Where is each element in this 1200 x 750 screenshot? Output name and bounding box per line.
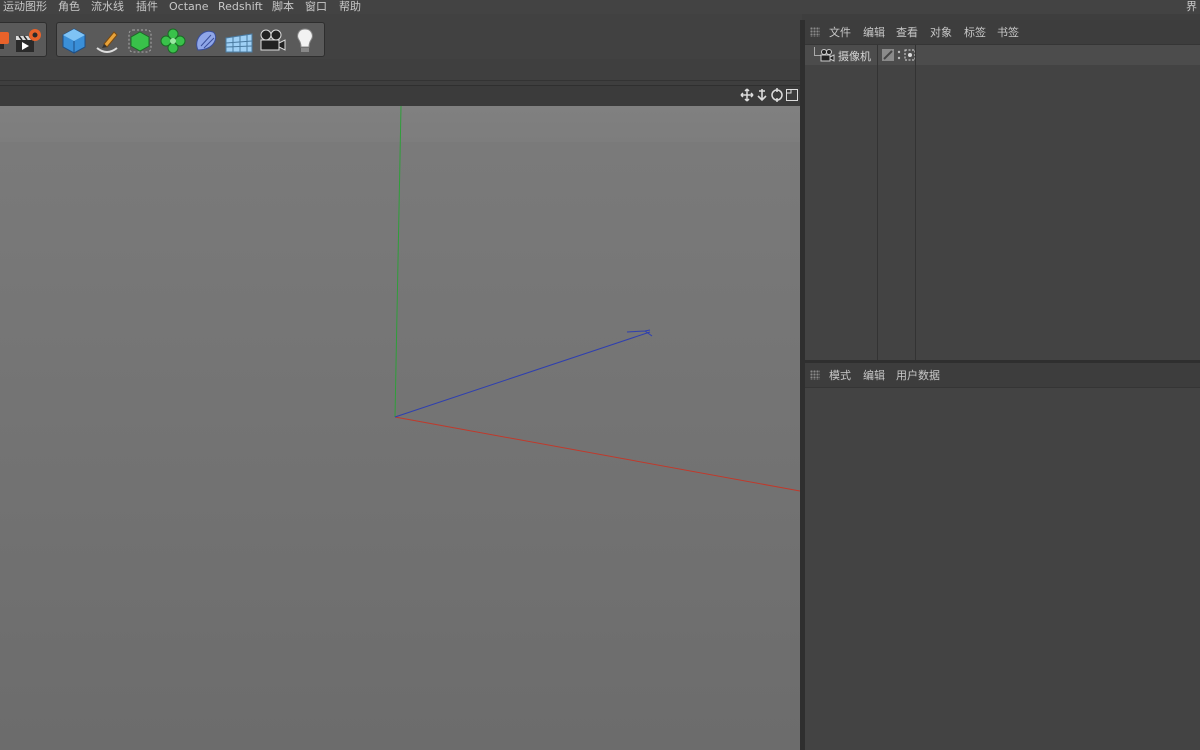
subdivision-icon[interactable] — [125, 26, 155, 56]
am-menu-user-data[interactable]: 用户数据 — [896, 369, 940, 382]
om-menu-tags[interactable]: 标签 — [964, 26, 986, 39]
om-menu-edit[interactable]: 编辑 — [863, 26, 885, 39]
menu-script[interactable]: 脚本 — [272, 0, 294, 14]
attribute-manager: 模式 编辑 用户数据 — [805, 363, 1200, 750]
rotate-view-icon[interactable] — [770, 88, 784, 102]
column-divider — [915, 45, 916, 360]
menu-plugins[interactable]: 插件 — [136, 0, 158, 14]
object-row-camera[interactable]: 摄像机 — [805, 45, 1200, 65]
viewport-nav-icons — [740, 88, 798, 104]
om-menu-view[interactable]: 查看 — [896, 26, 918, 39]
attribute-manager-menu: 模式 编辑 用户数据 — [805, 363, 1200, 388]
grip-icon[interactable] — [810, 27, 820, 37]
floor-icon[interactable] — [224, 26, 254, 56]
menu-help[interactable]: 帮助 — [339, 0, 361, 14]
object-manager: 文件 编辑 查看 对象 标签 书签 摄像机 — [805, 20, 1200, 360]
menu-pipeline[interactable]: 流水线 — [91, 0, 124, 14]
om-menu-objects[interactable]: 对象 — [930, 26, 952, 39]
grip-icon[interactable] — [810, 370, 820, 380]
viewport-3d[interactable] — [0, 106, 800, 750]
camera-icon[interactable] — [257, 26, 287, 56]
visibility-toggle-icon[interactable] — [882, 49, 894, 61]
menu-redshift[interactable]: Redshift — [218, 0, 263, 14]
om-menu-file[interactable]: 文件 — [829, 26, 851, 39]
render-tool-group — [0, 22, 47, 57]
object-name[interactable]: 摄像机 — [838, 48, 871, 64]
menu-octane[interactable]: Octane — [169, 0, 209, 14]
z-axis-line — [394, 331, 651, 418]
object-manager-menu: 文件 编辑 查看 对象 标签 书签 — [805, 20, 1200, 45]
viewport-header — [0, 85, 802, 106]
toolbar — [0, 14, 802, 59]
cloner-icon[interactable] — [158, 26, 188, 56]
om-menu-bookmarks[interactable]: 书签 — [997, 26, 1019, 39]
am-menu-edit[interactable]: 编辑 — [863, 369, 885, 382]
layout-label[interactable]: 界 — [1186, 0, 1197, 13]
camera-object-icon — [819, 47, 835, 63]
light-icon[interactable] — [290, 26, 320, 56]
menu-mograph[interactable]: 运动图形 — [3, 0, 47, 14]
menu-character[interactable]: 角色 — [58, 0, 80, 14]
y-axis-line — [394, 106, 402, 418]
x-axis-line — [394, 416, 800, 492]
am-menu-mode[interactable]: 模式 — [829, 369, 851, 382]
secondary-toolbar — [0, 59, 802, 81]
menu-bar: 运动图形 角色 流水线 插件 Octane Redshift 脚本 窗口 帮助 … — [0, 0, 1200, 14]
deformer-icon[interactable] — [191, 26, 221, 56]
cube-icon[interactable] — [59, 26, 89, 56]
menu-window[interactable]: 窗口 — [305, 0, 327, 14]
maximize-view-icon[interactable] — [785, 88, 799, 102]
move-view-icon[interactable] — [740, 88, 754, 102]
render-to-picture-viewer-icon[interactable] — [13, 26, 43, 56]
zoom-view-icon[interactable] — [755, 88, 769, 102]
pen-icon[interactable] — [92, 26, 122, 56]
column-divider — [877, 45, 878, 360]
layer-dots-icon[interactable] — [897, 49, 901, 61]
object-tool-group — [56, 22, 325, 57]
